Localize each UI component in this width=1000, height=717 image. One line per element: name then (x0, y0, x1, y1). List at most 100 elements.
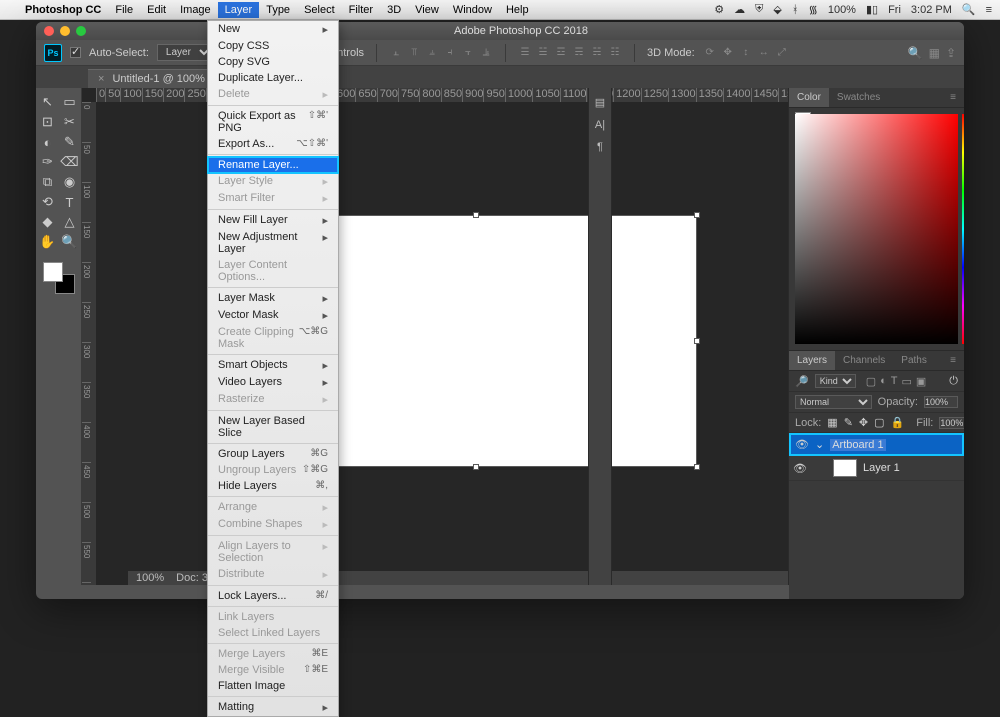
menubar-file[interactable]: File (108, 2, 140, 18)
align-bottom-icon[interactable]: ⫨ (425, 46, 439, 60)
menubar-layer[interactable]: Layer (218, 2, 260, 18)
align-left-icon[interactable]: ⫞ (443, 46, 457, 60)
menubar-window[interactable]: Window (446, 2, 499, 18)
menu-item-rename-layer-[interactable]: Rename Layer... (208, 157, 338, 173)
menubar-help[interactable]: Help (499, 2, 536, 18)
menu-item-quick-export-as-png[interactable]: Quick Export as PNG⇧⌘' (208, 108, 338, 136)
tool-14[interactable]: ✋ (38, 232, 58, 252)
filter-smart-icon[interactable]: ▣ (916, 375, 926, 388)
tool-8[interactable]: ⧉ (38, 172, 58, 192)
wifi-icon[interactable]: ⚙ (714, 3, 724, 16)
auto-select-dropdown[interactable]: Layer (157, 44, 213, 61)
history-icon[interactable]: ▤ (595, 96, 605, 109)
filter-shape-icon[interactable]: ▭ (902, 375, 912, 388)
menu-item-smart-objects[interactable]: Smart Objects (208, 357, 338, 374)
dist-1-icon[interactable]: ☰ (518, 46, 532, 60)
spotlight-icon[interactable]: 🔍 (962, 3, 976, 16)
tool-3[interactable]: ✂ (60, 112, 80, 132)
opacity-input[interactable] (924, 396, 958, 408)
fill-input[interactable] (939, 417, 964, 429)
tool-12[interactable]: ◆ (38, 212, 58, 232)
close-window-button[interactable] (44, 26, 54, 36)
tab-swatches[interactable]: Swatches (829, 88, 888, 107)
filter-kind-icon[interactable]: 🔎 (795, 375, 809, 388)
menu-item-export-as-[interactable]: Export As...⌥⇧⌘' (208, 136, 338, 152)
align-hcenter-icon[interactable]: ⫟ (461, 46, 475, 60)
zoom-level[interactable]: 100% (136, 572, 164, 584)
menu-icon[interactable]: ≡ (986, 4, 992, 16)
3d-pan-icon[interactable]: ✥ (721, 46, 735, 60)
layers-panel-menu-icon[interactable]: ≡ (942, 351, 964, 370)
tab-close-icon[interactable]: × (98, 73, 104, 85)
battery-icon[interactable]: ▮▯ (866, 3, 878, 16)
dropbox-icon[interactable]: ⬙ (773, 3, 781, 16)
menu-item-copy-svg[interactable]: Copy SVG (208, 54, 338, 70)
filter-pixel-icon[interactable]: ▢ (866, 375, 876, 388)
menubar-filter[interactable]: Filter (342, 2, 380, 18)
lock-transparent-icon[interactable]: ▦ (827, 416, 837, 429)
tool-1[interactable]: ▭ (60, 92, 80, 112)
menubar-view[interactable]: View (408, 2, 446, 18)
filter-type-icon[interactable]: T (891, 375, 898, 388)
dist-2-icon[interactable]: ☱ (536, 46, 550, 60)
tool-10[interactable]: ⟲ (38, 192, 58, 212)
menu-item-layer-mask[interactable]: Layer Mask (208, 290, 338, 307)
tab-paths[interactable]: Paths (893, 351, 935, 370)
lock-position-icon[interactable]: ✥ (859, 416, 868, 429)
menu-item-new-layer-based-slice[interactable]: New Layer Based Slice (208, 413, 338, 441)
menubar-3d[interactable]: 3D (380, 2, 408, 18)
filter-toggle[interactable]: ⏻ (949, 375, 958, 388)
3d-scale-icon[interactable]: ⤢ (775, 46, 789, 60)
layer-row[interactable]: 👁Layer 1 (789, 456, 964, 481)
arrange-docs-icon[interactable]: ▦ (929, 46, 940, 60)
lock-artboard-icon[interactable]: ▢ (874, 416, 884, 429)
dist-4-icon[interactable]: ☴ (572, 46, 586, 60)
layer-row[interactable]: 👁⌄Artboard 1 (789, 433, 964, 456)
align-vcenter-icon[interactable]: ⫪ (407, 46, 421, 60)
paragraph-icon[interactable]: ¶ (597, 141, 603, 153)
menu-item-group-layers[interactable]: Group Layers⌘G (208, 446, 338, 462)
menu-item-copy-css[interactable]: Copy CSS (208, 38, 338, 54)
menu-item-lock-layers-[interactable]: Lock Layers...⌘/ (208, 588, 338, 604)
maximize-window-button[interactable] (76, 26, 86, 36)
menu-item-hide-layers[interactable]: Hide Layers⌘, (208, 478, 338, 494)
3d-slide-icon[interactable]: ↔ (757, 46, 771, 60)
tool-4[interactable]: ◐ (38, 132, 58, 152)
dist-5-icon[interactable]: ☵ (590, 46, 604, 60)
menubar-type[interactable]: Type (259, 2, 297, 18)
tool-15[interactable]: 🔍 (60, 232, 80, 252)
tab-channels[interactable]: Channels (835, 351, 893, 370)
menu-item-flatten-image[interactable]: Flatten Image (208, 678, 338, 694)
menu-item-vector-mask[interactable]: Vector Mask (208, 307, 338, 324)
visibility-icon[interactable]: 👁 (795, 438, 809, 451)
tool-0[interactable]: ↖ (38, 92, 58, 112)
menu-item-video-layers[interactable]: Video Layers (208, 374, 338, 391)
bluetooth-icon[interactable]: ᚼ (792, 4, 799, 16)
shield-icon[interactable]: ⛨ (755, 3, 763, 16)
dist-3-icon[interactable]: ☲ (554, 46, 568, 60)
minimize-window-button[interactable] (60, 26, 70, 36)
tool-5[interactable]: ✎ (60, 132, 80, 152)
ps-home-icon[interactable]: Ps (44, 44, 62, 62)
tool-6[interactable]: ✑ (38, 152, 58, 172)
menu-item-matting[interactable]: Matting (208, 699, 338, 716)
tool-7[interactable]: ⌫ (60, 152, 80, 172)
align-top-icon[interactable]: ⫠ (389, 46, 403, 60)
menu-item-new[interactable]: New (208, 21, 338, 38)
color-swatches[interactable] (43, 262, 75, 294)
menu-item-new-adjustment-layer[interactable]: New Adjustment Layer (208, 229, 338, 257)
search-icon[interactable]: 🔍 (908, 46, 923, 60)
lock-all-icon[interactable]: 🔒 (891, 416, 905, 429)
filter-kind-select[interactable]: Kind (815, 374, 856, 388)
filter-adjust-icon[interactable]: ◐ (880, 375, 887, 388)
menubar-edit[interactable]: Edit (140, 2, 173, 18)
menu-item-duplicate-layer-[interactable]: Duplicate Layer... (208, 70, 338, 86)
menubar-image[interactable]: Image (173, 2, 218, 18)
menubar-app-name[interactable]: Photoshop CC (18, 2, 108, 18)
align-right-icon[interactable]: ⫡ (479, 46, 493, 60)
character-icon[interactable]: A| (595, 119, 605, 131)
3d-dolly-icon[interactable]: ↕ (739, 46, 753, 60)
tab-color[interactable]: Color (789, 88, 829, 107)
wifi-signal-icon[interactable]: ᯾ (808, 2, 817, 17)
artboard-collapse-icon[interactable]: ⌄ (815, 438, 824, 451)
